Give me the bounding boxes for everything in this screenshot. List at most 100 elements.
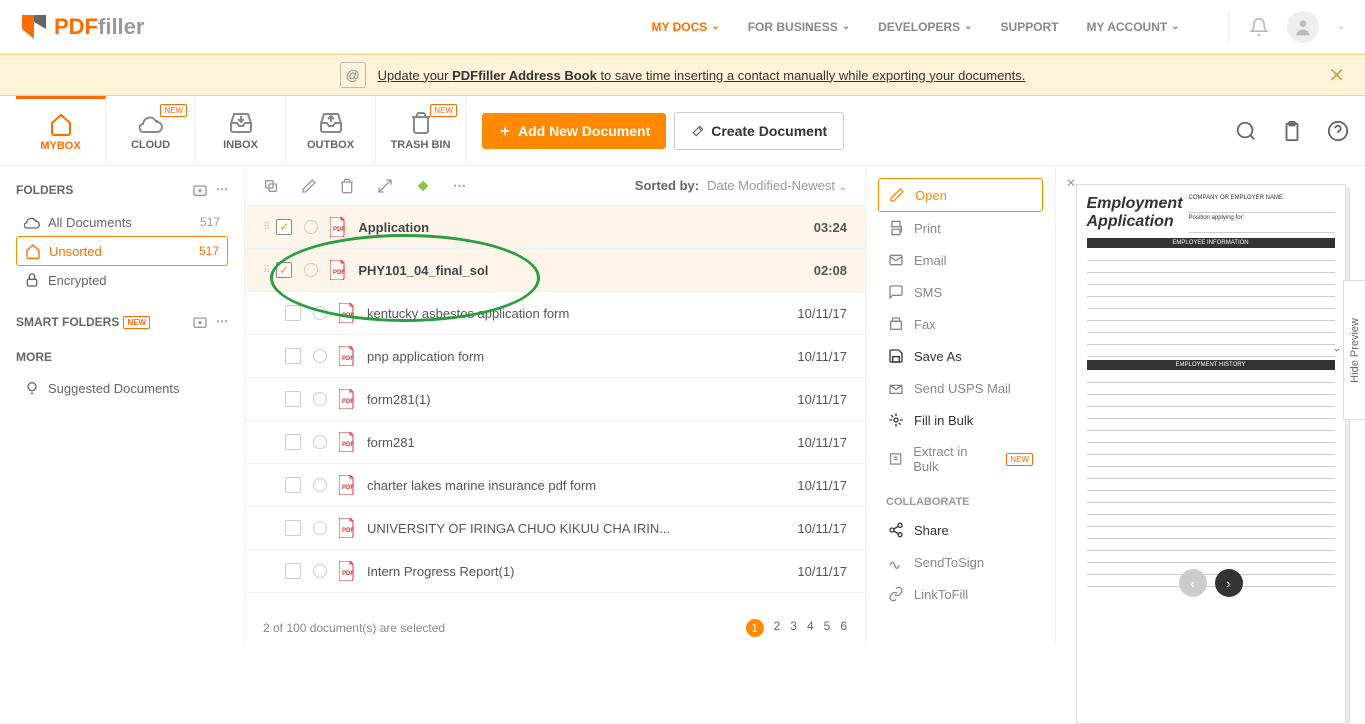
bell-icon[interactable]: [1249, 17, 1269, 37]
clipboard-icon[interactable]: [1281, 120, 1303, 142]
radio[interactable]: [304, 220, 318, 234]
search-icon[interactable]: [1235, 120, 1257, 142]
avatar[interactable]: [1287, 11, 1319, 43]
tab-mybox[interactable]: MYBOX: [16, 96, 106, 166]
action-saveas[interactable]: Save As: [878, 340, 1043, 372]
action-share[interactable]: Share: [878, 514, 1043, 546]
file-row[interactable]: PDFcharter lakes marine insurance pdf fo…: [245, 464, 865, 507]
action-usps[interactable]: Send USPS Mail: [878, 372, 1043, 404]
file-row[interactable]: PDFform281(1)10/11/17: [245, 378, 865, 421]
action-email[interactable]: Email: [878, 244, 1043, 276]
close-icon[interactable]: ✕: [1328, 63, 1345, 88]
more-icon[interactable]: ⋯: [216, 182, 228, 198]
radio[interactable]: [313, 392, 327, 406]
page-3[interactable]: 3: [790, 619, 797, 637]
radio[interactable]: [313, 478, 327, 492]
page-6[interactable]: 6: [840, 619, 847, 637]
file-row[interactable]: PDFpnp application form10/11/17: [245, 335, 865, 378]
file-row[interactable]: ⠿PDFApplication03:24: [245, 206, 865, 249]
nav-account[interactable]: MY ACCOUNT⌄: [1087, 20, 1180, 34]
radio[interactable]: [304, 263, 318, 277]
sidebar: FOLDERS ⋯ All Documents517 Unsorted517 E…: [0, 166, 245, 645]
drag-handle-icon[interactable]: ⠿: [263, 222, 270, 233]
radio[interactable]: [313, 521, 327, 535]
add-folder-icon[interactable]: [192, 314, 208, 330]
checkbox[interactable]: [285, 391, 301, 407]
drag-handle-icon[interactable]: ⠿: [263, 265, 270, 276]
selection-status: 2 of 100 document(s) are selected: [263, 621, 445, 635]
add-folder-icon[interactable]: [192, 182, 208, 198]
page-1[interactable]: 1: [746, 619, 764, 637]
file-row[interactable]: PDFkentucky asbestos application form10/…: [245, 292, 865, 335]
radio[interactable]: [313, 306, 327, 320]
nav-business[interactable]: FOR BUSINESS⌄: [748, 20, 850, 34]
checkbox[interactable]: [285, 434, 301, 450]
action-print[interactable]: Print: [878, 212, 1043, 244]
tab-trash[interactable]: NEW TRASH BIN: [376, 96, 466, 166]
action-sendtosign[interactable]: SendToSign: [878, 546, 1043, 578]
sort-control[interactable]: Sorted by: Date Modified-Newest ⌄: [635, 178, 847, 193]
file-row[interactable]: ⠿PDFPHY101_04_final_sol02:08: [245, 249, 865, 292]
next-page-button[interactable]: ›: [1215, 569, 1243, 597]
tab-cloud[interactable]: NEW CLOUD: [106, 96, 196, 166]
action-open[interactable]: Open: [878, 178, 1043, 212]
add-document-button[interactable]: Add New Document: [482, 113, 666, 149]
sidebar-item-all[interactable]: All Documents517: [16, 208, 228, 236]
more-icon[interactable]: ⋯: [216, 314, 228, 330]
tab-inbox[interactable]: INBOX: [196, 96, 286, 166]
chevron-down-icon[interactable]: ⌄: [1337, 21, 1345, 32]
file-row[interactable]: PDFIntern Progress Report(1)10/11/17: [245, 550, 865, 593]
copy-icon[interactable]: [263, 178, 279, 194]
page-4[interactable]: 4: [807, 619, 814, 637]
page-5[interactable]: 5: [824, 619, 831, 637]
file-row[interactable]: PDFform28110/11/17: [245, 421, 865, 464]
svg-text:PDF: PDF: [342, 571, 354, 577]
logo[interactable]: PDFfiller: [20, 13, 144, 41]
user-icon: [1293, 17, 1313, 37]
file-row[interactable]: PDFUNIVERSITY OF IRINGA CHUO KIKUU CHA I…: [245, 507, 865, 550]
checkbox[interactable]: [285, 520, 301, 536]
hide-preview-toggle[interactable]: › Hide Preview ›: [1343, 280, 1365, 420]
checkbox[interactable]: [285, 563, 301, 579]
file-date: 10/11/17: [797, 392, 847, 407]
home-icon: [49, 112, 73, 136]
sidebar-item-suggested[interactable]: Suggested Documents: [16, 374, 228, 402]
nav-support[interactable]: SUPPORT: [1001, 20, 1059, 34]
action-fax[interactable]: Fax: [878, 308, 1043, 340]
create-document-button[interactable]: Create Document: [674, 112, 844, 150]
checkbox[interactable]: [285, 348, 301, 364]
radio[interactable]: [313, 349, 327, 363]
action-linktofill[interactable]: LinkToFill: [878, 578, 1043, 610]
move-icon[interactable]: [377, 178, 393, 194]
banner-text[interactable]: Update your PDFfiller Address Book to sa…: [378, 68, 1026, 83]
nav-mydocs[interactable]: MY DOCS⌄: [652, 20, 720, 34]
radio[interactable]: [313, 564, 327, 578]
page-2[interactable]: 2: [774, 619, 781, 637]
checkbox[interactable]: [285, 305, 301, 321]
tag-icon[interactable]: [415, 178, 431, 194]
trash-icon[interactable]: [339, 178, 355, 194]
action-sms[interactable]: SMS: [878, 276, 1043, 308]
mail-icon: [888, 380, 904, 396]
print-icon: [888, 220, 904, 236]
more-icon[interactable]: ⋯: [453, 178, 466, 194]
nav-developers[interactable]: DEVELOPERS⌄: [878, 20, 972, 34]
file-name: form281(1): [367, 392, 785, 407]
tab-outbox[interactable]: OUTBOX: [286, 96, 376, 166]
edit-icon[interactable]: [301, 178, 317, 194]
sidebar-item-unsorted[interactable]: Unsorted517: [16, 236, 228, 266]
help-icon[interactable]: [1327, 120, 1349, 142]
file-date: 02:08: [814, 263, 847, 278]
action-extractbulk[interactable]: Extract in BulkNEW: [878, 436, 1043, 482]
main: FOLDERS ⋯ All Documents517 Unsorted517 E…: [0, 166, 1365, 645]
pencil-icon: [889, 187, 905, 203]
checkbox[interactable]: [285, 477, 301, 493]
checkbox[interactable]: [276, 262, 292, 278]
checkbox[interactable]: [276, 219, 292, 235]
prev-page-button[interactable]: ‹: [1179, 569, 1207, 597]
radio[interactable]: [313, 435, 327, 449]
tab-label: INBOX: [223, 139, 258, 151]
pdf-icon: PDF: [330, 260, 346, 280]
action-fillbulk[interactable]: Fill in Bulk: [878, 404, 1043, 436]
sidebar-item-encrypted[interactable]: Encrypted: [16, 266, 228, 294]
